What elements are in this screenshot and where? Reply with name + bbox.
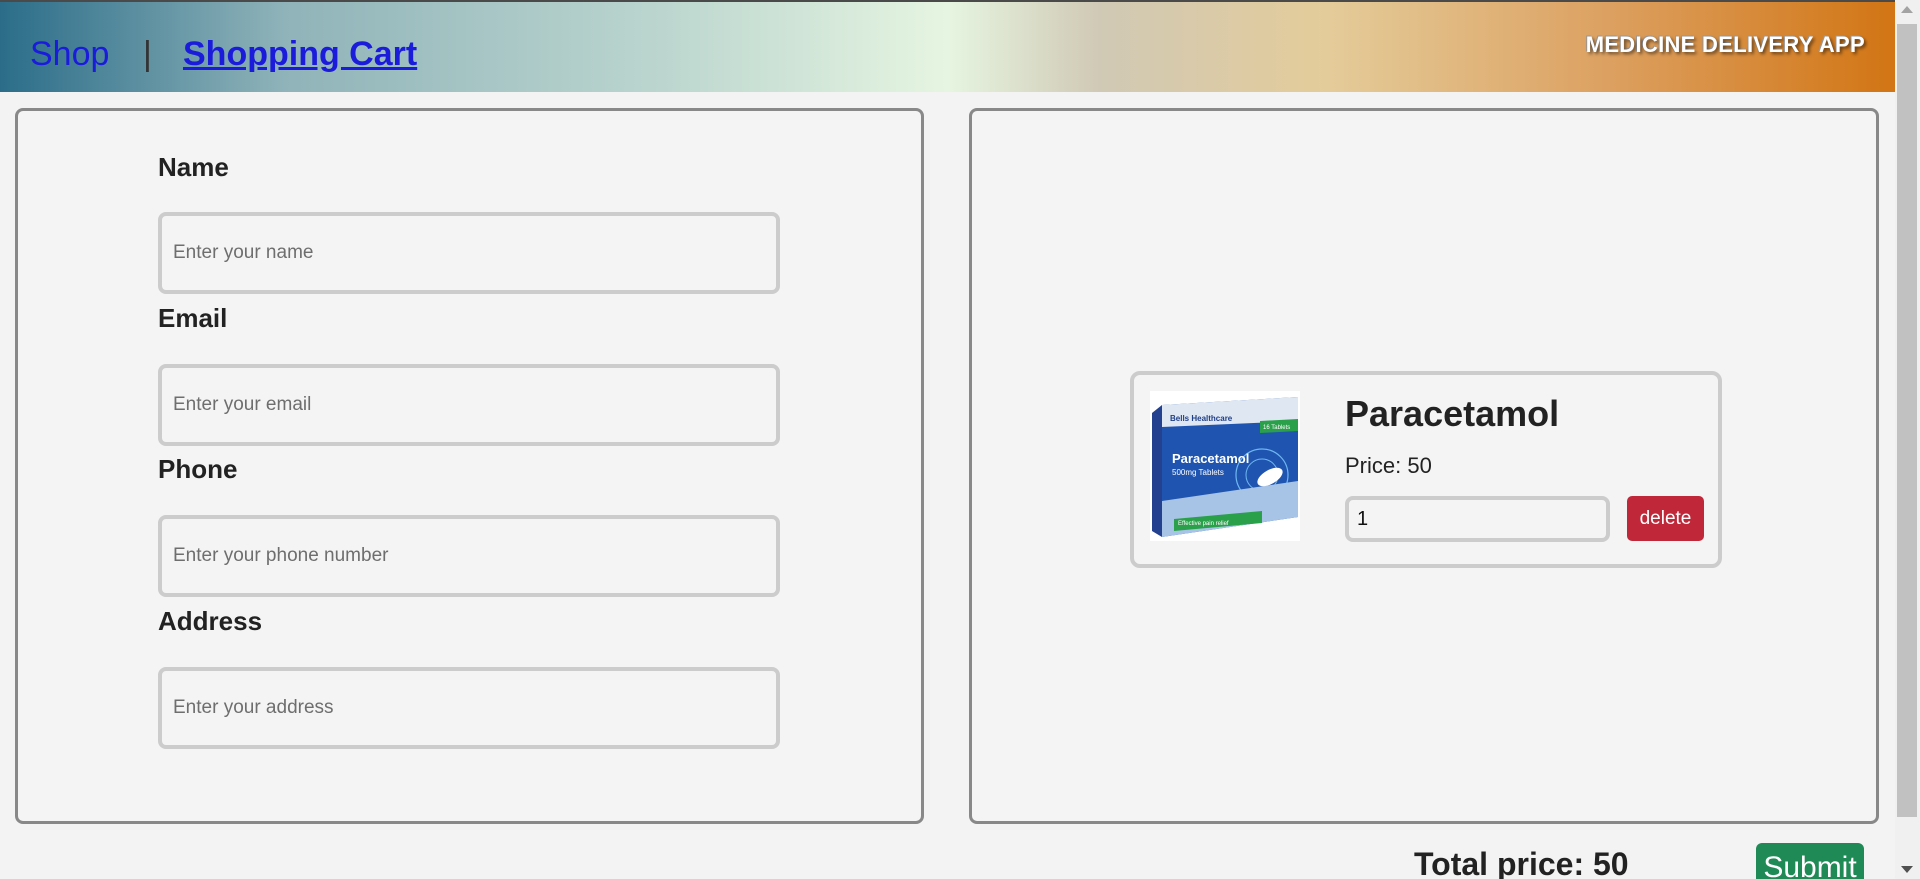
nav-shopping-cart-link[interactable]: Shopping Cart	[183, 34, 417, 74]
address-label: Address	[158, 606, 263, 636]
nav-separator: |	[143, 35, 152, 73]
phone-label: Phone	[158, 454, 238, 484]
packaging-count-text: 16 Tablets	[1263, 425, 1290, 431]
nav-shop-link[interactable]: Shop	[30, 34, 109, 74]
packaging-brand-text: Bells Healthcare	[1170, 414, 1233, 423]
name-label: Name	[158, 152, 229, 182]
product-name: Paracetamol	[1345, 393, 1560, 434]
email-input[interactable]	[158, 364, 780, 446]
total-price: Total price: 50	[1414, 846, 1629, 879]
submit-button[interactable]: Submit	[1756, 843, 1864, 879]
packaging-tagline-text: Effective pain relief	[1178, 521, 1229, 527]
page: Shop | Shopping Cart MEDICINE DELIVERY A…	[0, 0, 1895, 879]
packaging-dose-text: 500mg Tablets	[1172, 468, 1224, 477]
scroll-down-arrow-icon[interactable]	[1901, 866, 1913, 873]
delete-button[interactable]: delete	[1627, 496, 1704, 541]
address-input[interactable]	[158, 667, 780, 749]
product-image: Bells Healthcare 16 Tablets Paracetamol …	[1150, 391, 1300, 541]
vertical-scrollbar[interactable]	[1895, 0, 1920, 879]
packaging-product-text: Paracetamol	[1172, 451, 1249, 466]
cart-item: Bells Healthcare 16 Tablets Paracetamol …	[1130, 371, 1722, 568]
cart-panel: Bells Healthcare 16 Tablets Paracetamol …	[969, 108, 1879, 824]
scroll-thumb[interactable]	[1897, 24, 1917, 817]
email-label: Email	[158, 303, 228, 333]
scroll-up-arrow-icon[interactable]	[1901, 6, 1913, 13]
name-input[interactable]	[158, 212, 780, 294]
app-brand-title: MEDICINE DELIVERY APP	[1585, 32, 1865, 57]
product-price: Price: 50	[1345, 453, 1432, 478]
customer-form-panel: Name Email Phone Address	[15, 108, 924, 824]
header-bar: Shop | Shopping Cart MEDICINE DELIVERY A…	[0, 0, 1895, 92]
phone-input[interactable]	[158, 515, 780, 597]
quantity-input[interactable]	[1345, 496, 1610, 542]
